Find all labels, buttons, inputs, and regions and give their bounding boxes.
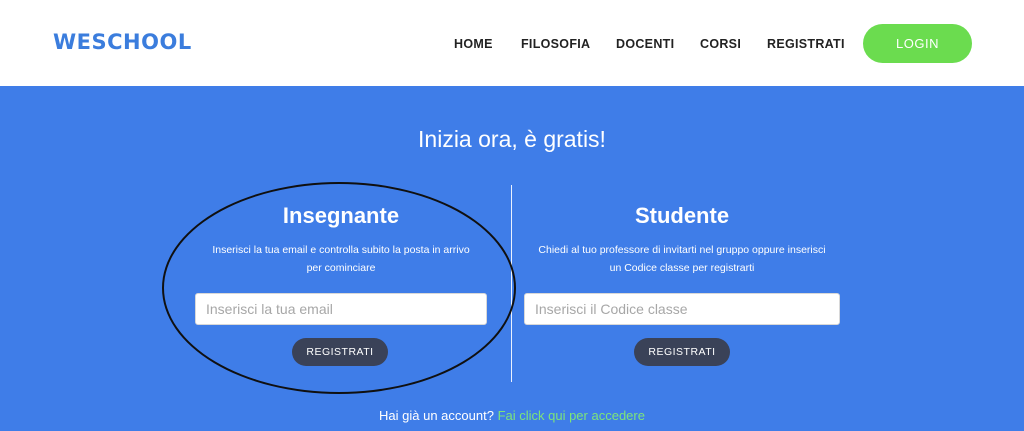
nav-registrati[interactable]: REGISTRATI: [767, 37, 845, 51]
nav-corsi[interactable]: CORSI: [700, 37, 741, 51]
top-header: WESCHOOL HOME FILOSOFIA DOCENTI CORSI RE…: [0, 0, 1024, 86]
student-description-line-1: Chiedi al tuo professore di invitarti ne…: [538, 244, 826, 256]
student-register-button[interactable]: REGISTRATI: [634, 338, 730, 366]
login-button[interactable]: LOGIN: [863, 24, 972, 63]
hero-title: Inizia ora, è gratis!: [418, 126, 606, 152]
weschool-logo[interactable]: WESCHOOL: [53, 30, 192, 54]
login-link[interactable]: Fai click qui per accedere: [498, 408, 645, 423]
nav-home[interactable]: HOME: [454, 37, 493, 51]
nav-filosofia[interactable]: FILOSOFIA: [521, 37, 590, 51]
footer-account-prompt: Hai già un account? Fai click qui per ac…: [0, 408, 1024, 423]
nav-docenti[interactable]: DOCENTI: [616, 37, 674, 51]
student-title: Studente: [634, 203, 730, 228]
student-class-code-input[interactable]: [524, 293, 840, 325]
footer-question: Hai già un account?: [379, 408, 494, 423]
annotation-oval: [162, 182, 516, 394]
student-description-line-2: un Codice classe per registrarti: [609, 262, 755, 274]
